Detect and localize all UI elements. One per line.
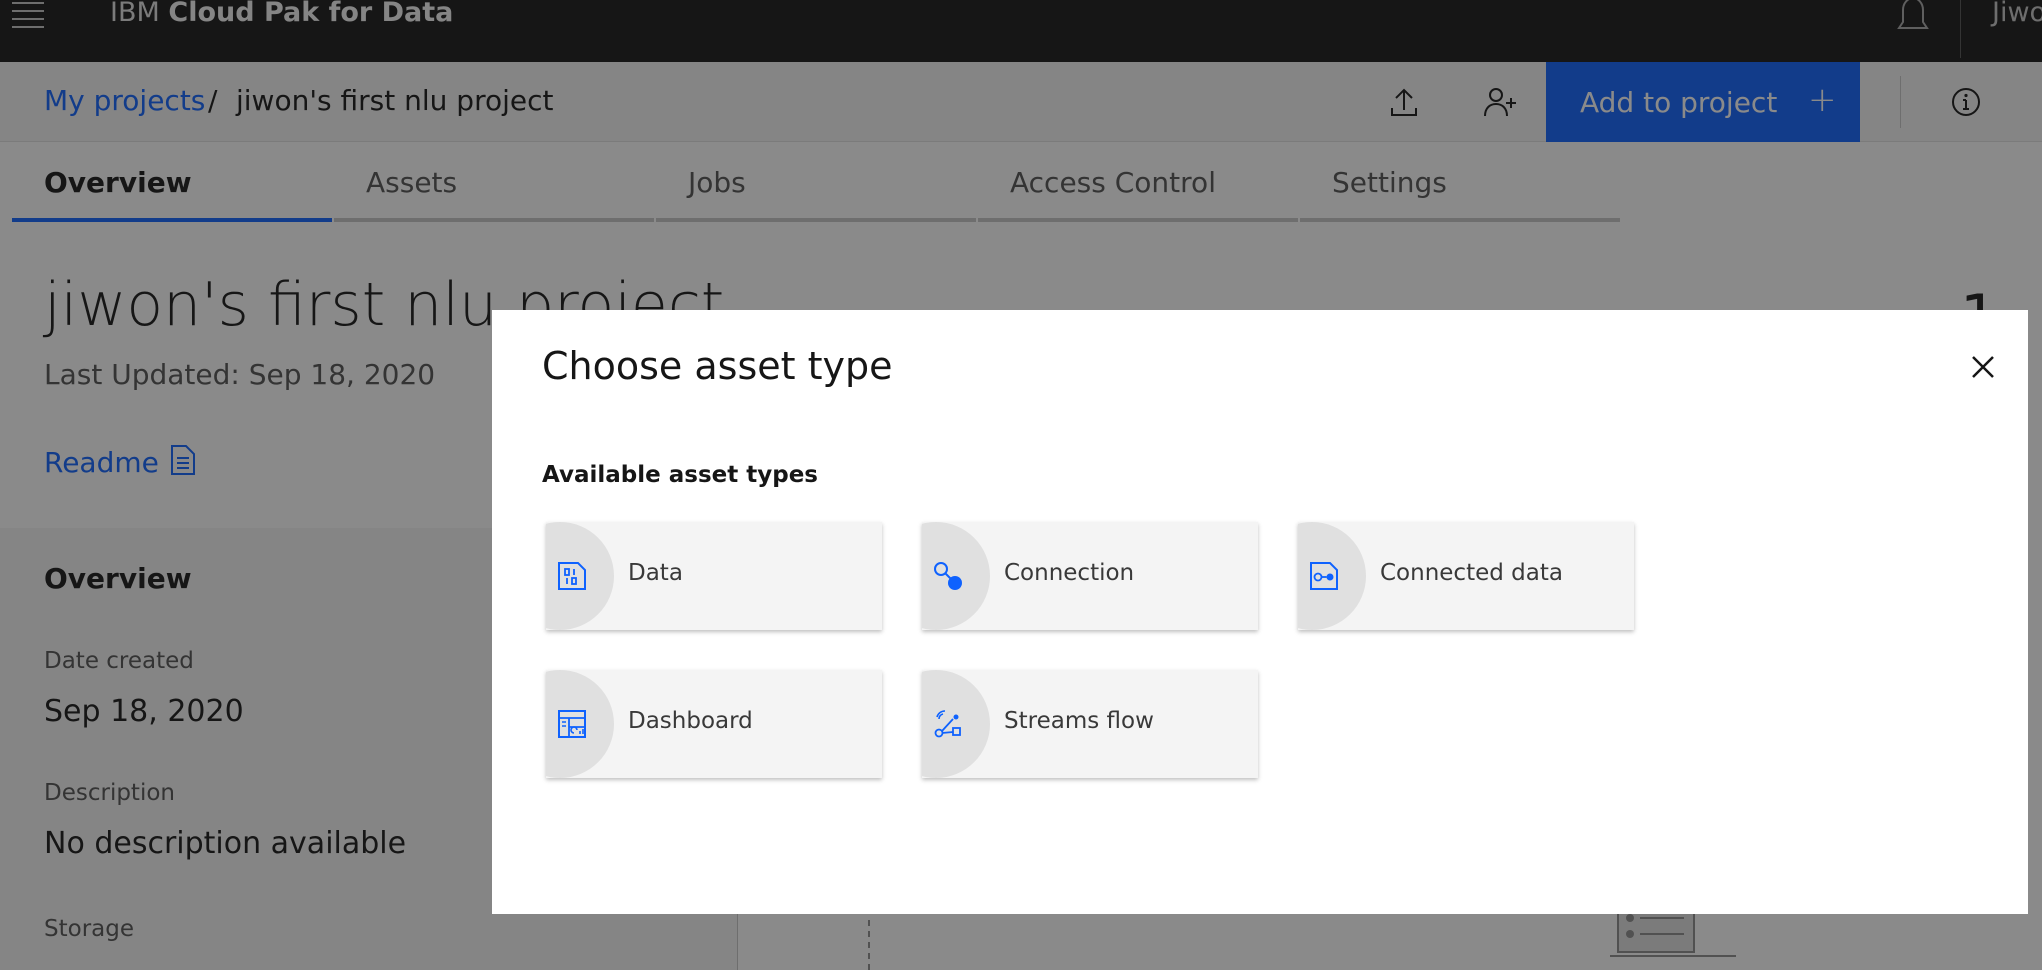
streams-flow-icon [932,708,964,740]
close-icon[interactable] [1962,346,2004,388]
modal-title: Choose asset type [542,344,893,388]
asset-tile-streams-flow[interactable]: Streams flow [922,670,1258,778]
connection-icon [932,560,964,592]
tile-label: Connection [1004,560,1135,586]
dashboard-icon [556,708,588,740]
asset-tile-connection[interactable]: Connection [922,522,1258,630]
asset-tile-data[interactable]: Data [546,522,882,630]
connected-data-icon [1308,560,1340,592]
available-asset-types-label: Available asset types [542,462,818,488]
tile-label: Streams flow [1004,708,1154,734]
tile-label: Data [628,560,683,586]
data-icon [556,560,588,592]
tile-label: Connected data [1380,560,1563,586]
tile-label: Dashboard [628,708,753,734]
asset-tile-connected-data[interactable]: Connected data [1298,522,1634,630]
choose-asset-type-modal: Choose asset type Available asset types … [492,310,2028,914]
asset-tile-dashboard[interactable]: Dashboard [546,670,882,778]
